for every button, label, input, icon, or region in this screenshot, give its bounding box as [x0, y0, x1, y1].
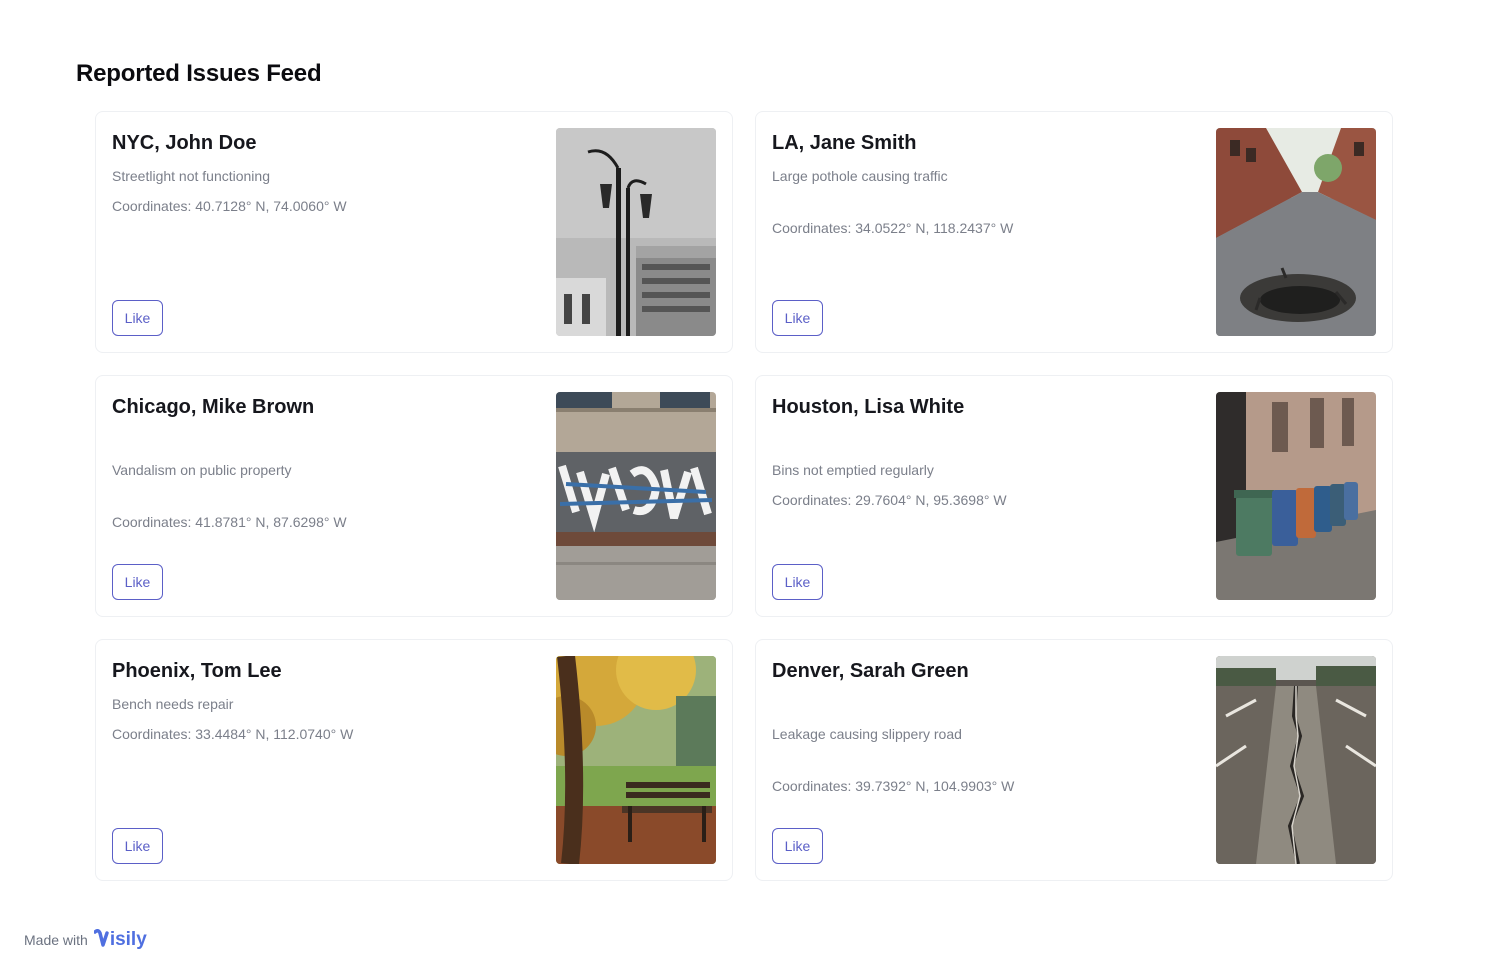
park-bench-photo: [556, 656, 716, 864]
pothole-photo: [1216, 128, 1376, 336]
issue-description: Leakage causing slippery road: [772, 726, 962, 742]
issue-card: Chicago, Mike Brown Vandalism on public …: [95, 375, 733, 617]
issue-description: Bins not emptied regularly: [772, 462, 934, 478]
issue-coordinates: Coordinates: 41.8781° N, 87.6298° W: [112, 514, 347, 530]
trash-bins-photo: [1216, 392, 1376, 600]
brand-name: isily: [109, 929, 147, 950]
like-button[interactable]: Like: [772, 564, 823, 600]
issue-card: Phoenix, Tom Lee Bench needs repair Coor…: [95, 639, 733, 881]
visily-v-icon: [93, 929, 109, 947]
like-button[interactable]: Like: [112, 828, 163, 864]
issue-coordinates: Coordinates: 39.7392° N, 104.9903° W: [772, 778, 1015, 794]
issue-card: Denver, Sarah Green Leakage causing slip…: [755, 639, 1393, 881]
issue-title: Houston, Lisa White: [772, 396, 965, 418]
issue-title: Phoenix, Tom Lee: [112, 660, 282, 682]
issue-title: Denver, Sarah Green: [772, 660, 969, 682]
issue-description: Bench needs repair: [112, 696, 234, 712]
page-title: Reported Issues Feed: [76, 60, 322, 87]
issue-title: NYC, John Doe: [112, 132, 257, 154]
cracked-road-photo: [1216, 656, 1376, 864]
like-button[interactable]: Like: [112, 300, 163, 336]
issue-card: LA, Jane Smith Large pothole causing tra…: [755, 111, 1393, 353]
graffiti-photo: [556, 392, 716, 600]
issue-coordinates: Coordinates: 29.7604° N, 95.3698° W: [772, 492, 1007, 508]
made-with-label: Made with: [24, 932, 88, 948]
issue-title: Chicago, Mike Brown: [112, 396, 315, 418]
issue-coordinates: Coordinates: 34.0522° N, 118.2437° W: [772, 220, 1014, 236]
like-button[interactable]: Like: [112, 564, 163, 600]
made-with-footer[interactable]: Made with isily: [24, 929, 147, 951]
issue-coordinates: Coordinates: 40.7128° N, 74.0060° W: [112, 198, 347, 214]
issue-title: LA, Jane Smith: [772, 132, 917, 154]
issue-coordinates: Coordinates: 33.4484° N, 112.0740° W: [112, 726, 354, 742]
like-button[interactable]: Like: [772, 828, 823, 864]
issue-card: Houston, Lisa White Bins not emptied reg…: [755, 375, 1393, 617]
issue-description: Vandalism on public property: [112, 462, 292, 478]
issue-card: NYC, John Doe Streetlight not functionin…: [95, 111, 733, 353]
visily-logo[interactable]: isily: [93, 929, 147, 951]
issues-grid: NYC, John Doe Streetlight not functionin…: [95, 111, 1393, 881]
issue-description: Streetlight not functioning: [112, 168, 270, 184]
streetlight-photo: [556, 128, 716, 336]
issue-description: Large pothole causing traffic: [772, 168, 948, 184]
like-button[interactable]: Like: [772, 300, 823, 336]
